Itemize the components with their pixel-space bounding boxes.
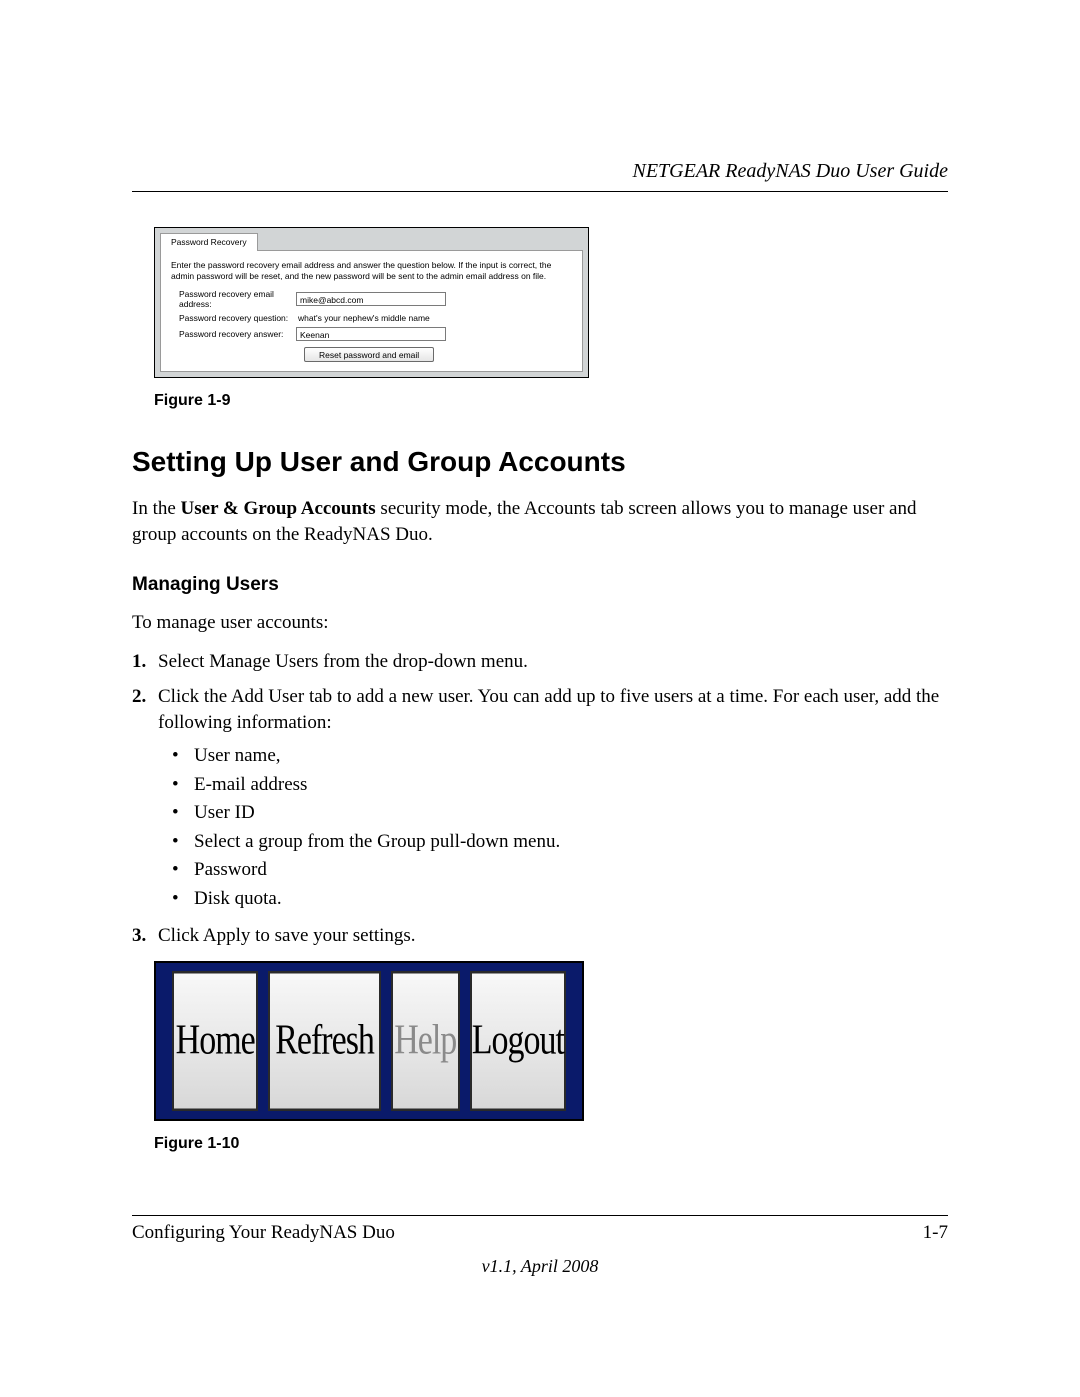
answer-label: Password recovery answer: — [171, 329, 296, 339]
doc-header-title: NETGEAR ReadyNAS Duo User Guide — [132, 160, 948, 183]
question-value: what's your nephew's middle name — [296, 313, 430, 323]
email-input[interactable]: mike@abcd.com — [296, 292, 446, 306]
step-2: 2. Click the Add User tab to add a new u… — [132, 684, 948, 915]
figure-1-10-caption: Figure 1-10 — [154, 1135, 948, 1153]
step-3-pre: Click — [158, 925, 203, 946]
step-1: 1. Select Manage Users from the drop-dow… — [132, 649, 948, 676]
figure-1-9-dialog: Password Recovery Enter the password rec… — [154, 227, 589, 378]
refresh-button[interactable]: Refresh — [268, 971, 380, 1111]
footer-version: v1.1, April 2008 — [132, 1256, 948, 1277]
bullet-group-pre: Select a group from the — [194, 831, 377, 852]
step-1-post: from the drop-down menu. — [318, 651, 527, 672]
steps-list: 1. Select Manage Users from the drop-dow… — [132, 649, 948, 949]
footer-section-name: Configuring Your ReadyNAS Duo — [132, 1222, 395, 1244]
logout-button[interactable]: Logout — [470, 971, 566, 1111]
lead-text: To manage user accounts: — [132, 610, 948, 636]
step-2-bullets: User name, E-mail address User ID Select… — [172, 743, 948, 913]
footer-page-number: 1-7 — [923, 1222, 948, 1244]
bullet-userid: User ID — [172, 800, 948, 827]
bullet-username: User name, — [172, 743, 948, 770]
bullet-email: E-mail address — [172, 772, 948, 799]
step-1-bold: Manage Users — [209, 651, 318, 672]
step-2-pre: Click the — [158, 686, 231, 707]
home-button[interactable]: Home — [172, 971, 258, 1111]
page-footer: Configuring Your ReadyNAS Duo 1-7 v1.1, … — [132, 1215, 948, 1277]
recovery-instructions: Enter the password recovery email addres… — [171, 260, 572, 281]
step-3-num: 3. — [132, 923, 158, 950]
section-heading: Setting Up User and Group Accounts — [132, 446, 948, 478]
step-2-num: 2. — [132, 684, 158, 915]
step-1-pre: Select — [158, 651, 209, 672]
bullet-password: Password — [172, 857, 948, 884]
step-2-bold: Add User — [231, 686, 304, 707]
subsection-heading: Managing Users — [132, 574, 948, 596]
header-rule — [132, 191, 948, 192]
email-label: Password recovery email address: — [171, 289, 296, 309]
footer-rule — [132, 1215, 948, 1216]
step-1-num: 1. — [132, 649, 158, 676]
bullet-group: Select a group from the Group pull-down … — [172, 829, 948, 856]
figure-1-9-caption: Figure 1-9 — [154, 392, 948, 410]
reset-password-button[interactable]: Reset password and email — [304, 347, 434, 362]
password-recovery-panel: Enter the password recovery email addres… — [160, 250, 583, 372]
answer-input[interactable]: Keenan — [296, 327, 446, 341]
password-recovery-tab[interactable]: Password Recovery — [160, 233, 258, 251]
step-3: 3. Click Apply to save your settings. — [132, 923, 948, 950]
question-label: Password recovery question: — [171, 313, 296, 323]
intro-pre: In the — [132, 498, 181, 519]
figure-1-10-toolbar: Home Refresh Help Logout — [154, 961, 584, 1121]
help-button[interactable]: Help — [391, 971, 460, 1111]
intro-bold: User & Group Accounts — [181, 498, 376, 519]
step-3-bold: Apply — [203, 925, 251, 946]
bullet-group-bold: Group — [377, 831, 426, 852]
section-intro: In the User & Group Accounts security mo… — [132, 496, 948, 547]
bullet-quota: Disk quota. — [172, 886, 948, 913]
bullet-group-post: pull-down menu. — [426, 831, 561, 852]
step-3-post: to save your settings. — [250, 925, 415, 946]
